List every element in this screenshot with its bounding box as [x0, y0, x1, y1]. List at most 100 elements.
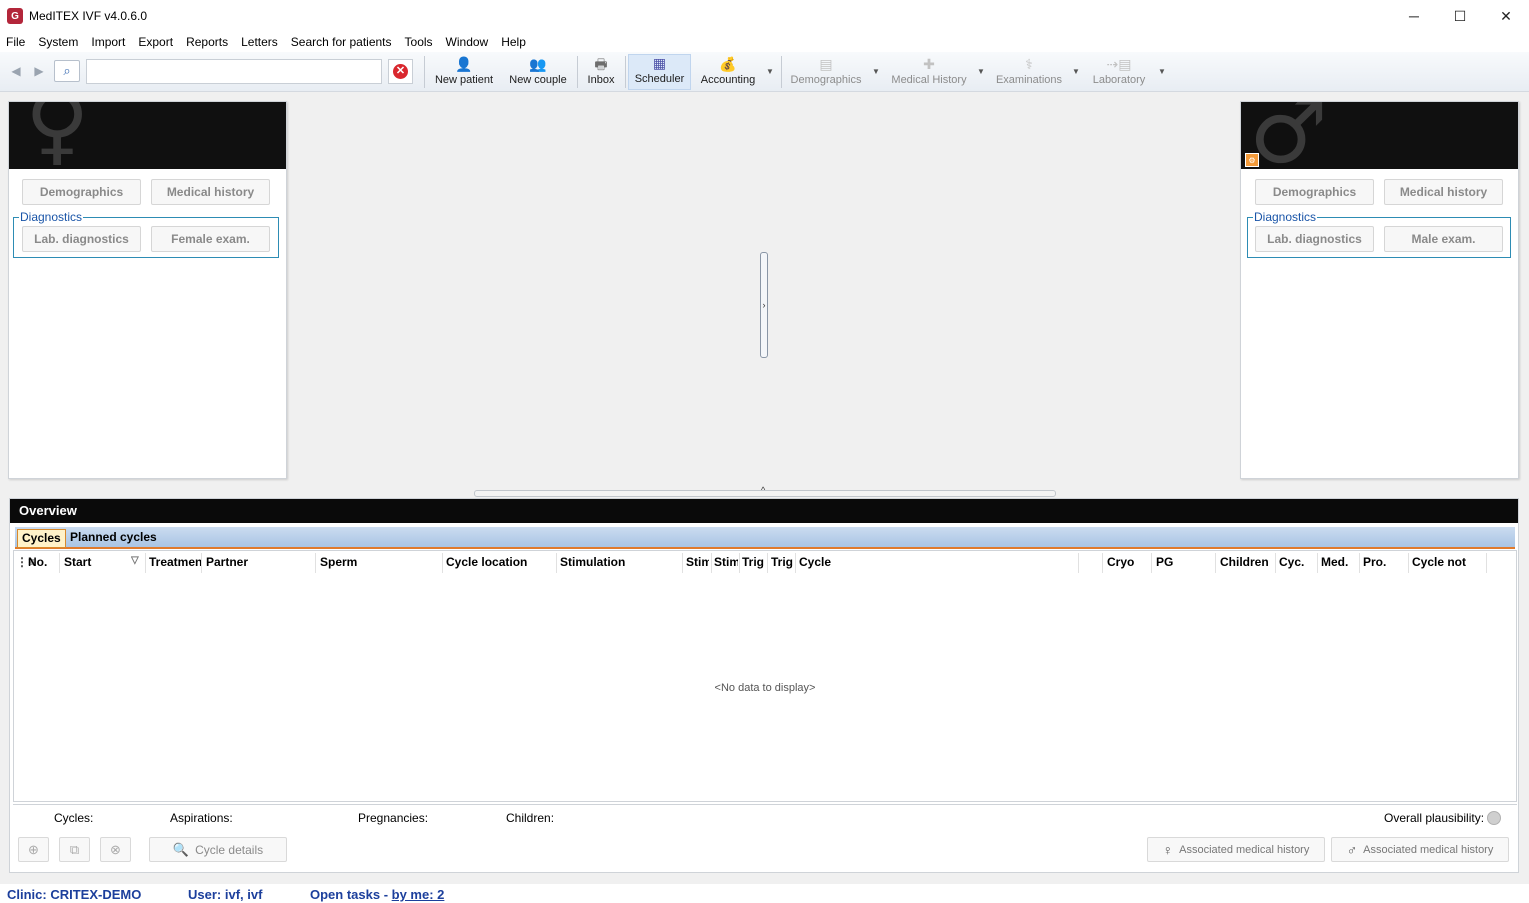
cycles-summary-bar: Cycles: Aspirations: Pregnancies: Childr… — [13, 804, 1517, 828]
column-separator — [442, 553, 443, 573]
examinations-toolbar-button[interactable]: ⚕ Examinations — [994, 54, 1064, 90]
medical-history-toolbar-button[interactable]: ✚ Medical History — [889, 54, 969, 90]
column-header-cycle-note[interactable]: Cycle not — [1412, 555, 1484, 569]
inbox-icon: 🖶 — [594, 56, 608, 72]
new-couple-button[interactable]: 👥 New couple — [505, 54, 571, 90]
menu-letters[interactable]: Letters — [235, 32, 285, 52]
female-patient-panel: ♀ Demographics Medical history Diagnosti… — [8, 101, 287, 479]
female-exam-button[interactable]: Female exam. — [151, 226, 270, 252]
tab-cycles[interactable]: Cycles — [17, 529, 66, 548]
column-separator — [1078, 553, 1079, 573]
overall-plausibility-label: Overall plausibility: — [1384, 811, 1485, 825]
column-header-no[interactable]: No. — [28, 555, 58, 569]
new-patient-button[interactable]: 👤 New patient — [432, 54, 496, 90]
column-header-treatment[interactable]: Treatmen — [149, 555, 201, 569]
filter-icon[interactable]: ▽ — [131, 555, 139, 566]
menu-help[interactable]: Help — [495, 32, 533, 52]
clear-search-button[interactable]: ✕ — [388, 59, 413, 84]
column-header-cycle[interactable]: Cycle — [799, 555, 1049, 569]
male-lab-diagnostics-button[interactable]: Lab. diagnostics — [1255, 226, 1374, 252]
medical-history-dropdown-icon[interactable]: ▼ — [977, 67, 985, 76]
accounting-button[interactable]: 💰 Accounting — [697, 54, 759, 90]
male-demographics-button[interactable]: Demographics — [1255, 179, 1374, 205]
inbox-button[interactable]: 🖶 Inbox — [583, 54, 619, 90]
male-panel-header: ♂ ⚙ — [1241, 102, 1518, 169]
column-separator — [1408, 553, 1409, 573]
column-header-trig-2[interactable]: Trig — [771, 555, 795, 569]
demographics-dropdown-icon[interactable]: ▼ — [872, 67, 880, 76]
column-header-pg[interactable]: PG — [1156, 555, 1211, 569]
maximize-button[interactable]: ☐ — [1437, 0, 1483, 32]
diagnostics-label: Diagnostics — [1253, 210, 1318, 224]
diagnostics-label: Diagnostics — [19, 210, 84, 224]
overview-panel: Overview Cycles Planned cycles ⋮≡ No. St… — [9, 498, 1519, 873]
minimize-button[interactable]: ─ — [1391, 0, 1437, 32]
column-separator — [711, 553, 712, 573]
patient-search-icon[interactable]: ⌕ — [54, 60, 80, 82]
tab-planned-cycles[interactable]: Planned cycles — [66, 529, 161, 548]
delete-cycle-icon: ⊗ — [110, 841, 121, 857]
status-bar: Clinic: CRITEX-DEMO User: ivf, ivf Open … — [0, 884, 1529, 903]
menu-reports[interactable]: Reports — [180, 32, 235, 52]
column-header-cycle-location[interactable]: Cycle location — [446, 555, 554, 569]
column-header-stim-1[interactable]: Stim — [686, 555, 709, 569]
column-header-cryo[interactable]: Cryo — [1107, 555, 1147, 569]
demographics-toolbar-button[interactable]: ▤ Demographics — [788, 54, 864, 90]
male-exam-button[interactable]: Male exam. — [1384, 226, 1503, 252]
menu-export[interactable]: Export — [132, 32, 180, 52]
column-separator — [1359, 553, 1360, 573]
male-associated-medical-history-button[interactable]: ♂ Associated medical history — [1331, 837, 1509, 862]
add-cycle-button[interactable]: ⊕ — [18, 837, 49, 862]
menu-bar: File System Import Export Reports Letter… — [0, 32, 1529, 52]
medical-cross-icon: ✚ — [923, 56, 935, 72]
column-separator — [682, 553, 683, 573]
female-demographics-button[interactable]: Demographics — [22, 179, 141, 205]
column-separator — [739, 553, 740, 573]
menu-tools[interactable]: Tools — [399, 32, 440, 52]
copy-cycle-button[interactable]: ⧉ — [59, 837, 90, 862]
column-separator — [1317, 553, 1318, 573]
forward-arrow-icon[interactable]: ▶ — [32, 62, 46, 80]
notification-badge-icon[interactable]: ⚙ — [1245, 153, 1259, 167]
column-header-stim-2[interactable]: Stim — [714, 555, 738, 569]
male-symbol-icon: ♂ — [1346, 841, 1358, 858]
scheduler-button[interactable]: ▦ Scheduler — [628, 54, 691, 90]
laboratory-toolbar-button[interactable]: ⇢▤ Laboratory — [1090, 54, 1148, 90]
column-header-children[interactable]: Children — [1220, 555, 1274, 569]
patient-search-input[interactable] — [86, 59, 382, 84]
column-header-pro[interactable]: Pro. — [1363, 555, 1403, 569]
female-medical-history-button[interactable]: Medical history — [151, 179, 270, 205]
delete-cycle-button[interactable]: ⊗ — [100, 837, 131, 862]
laboratory-dropdown-icon[interactable]: ▼ — [1158, 67, 1166, 76]
examinations-dropdown-icon[interactable]: ▼ — [1072, 67, 1080, 76]
column-header-stimulation[interactable]: Stimulation — [560, 555, 680, 569]
cycle-details-button[interactable]: 🔍 Cycle details — [149, 837, 287, 862]
accounting-dropdown-icon[interactable]: ▼ — [766, 67, 774, 76]
back-arrow-icon[interactable]: ◀ — [9, 62, 23, 80]
column-header-trig-1[interactable]: Trig — [742, 555, 767, 569]
menu-file[interactable]: File — [0, 32, 32, 52]
app-logo-icon: G — [7, 8, 23, 24]
female-lab-diagnostics-button[interactable]: Lab. diagnostics — [22, 226, 141, 252]
menu-import[interactable]: Import — [85, 32, 132, 52]
money-bag-icon: 💰 — [719, 56, 737, 72]
overview-tabstrip: Cycles Planned cycles — [15, 527, 1515, 549]
column-header-start[interactable]: Start — [64, 555, 124, 569]
horizontal-splitter-handle[interactable]: ^ — [474, 485, 1056, 497]
menu-system[interactable]: System — [32, 32, 85, 52]
menu-window[interactable]: Window — [440, 32, 496, 52]
male-medical-history-button[interactable]: Medical history — [1384, 179, 1503, 205]
column-header-med[interactable]: Med. — [1321, 555, 1357, 569]
column-header-sperm[interactable]: Sperm — [320, 555, 440, 569]
vertical-splitter-handle[interactable]: › — [760, 252, 768, 358]
summary-aspirations-label: Aspirations: — [170, 811, 233, 825]
column-header-cyc[interactable]: Cyc. — [1279, 555, 1315, 569]
summary-cycles-label: Cycles: — [54, 811, 94, 825]
column-header-partner[interactable]: Partner — [206, 555, 311, 569]
open-tasks-by-me-link[interactable]: by me: 2 — [392, 887, 445, 902]
column-separator — [795, 553, 796, 573]
close-window-button[interactable]: ✕ — [1483, 0, 1529, 32]
menu-search-for-patients[interactable]: Search for patients — [285, 32, 399, 52]
female-associated-medical-history-button[interactable]: ♀ Associated medical history — [1147, 837, 1325, 862]
summary-children-label: Children: — [506, 811, 555, 825]
